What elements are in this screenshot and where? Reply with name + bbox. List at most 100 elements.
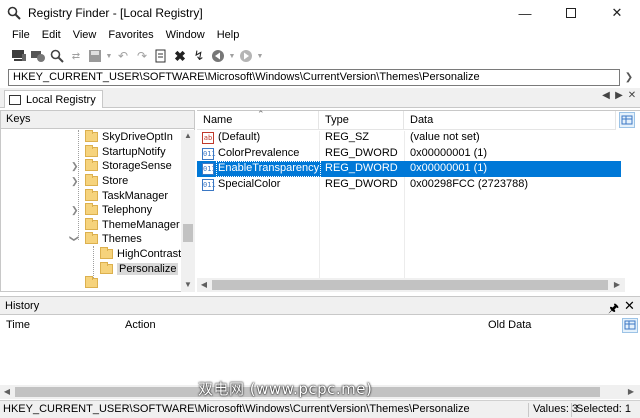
address-field[interactable]: HKEY_CURRENT_USER\SOFTWARE\Microsoft\Win…	[8, 69, 620, 86]
tree-item[interactable]: SkyDriveOptIn	[85, 130, 173, 145]
scroll-left-icon[interactable]: ◀	[0, 387, 14, 396]
column-chooser-icon[interactable]	[619, 112, 635, 128]
chevron-right-icon[interactable]: ❯	[71, 176, 79, 187]
value-row-selected[interactable]: 011 EnableTransparency REG_DWORD 0x00000…	[197, 161, 621, 177]
menu-view[interactable]: View	[73, 29, 97, 41]
tab-close-icon[interactable]: ✕	[626, 90, 638, 101]
chevron-right-icon[interactable]: ❯	[71, 161, 79, 172]
computer-icon[interactable]	[10, 47, 28, 65]
minimize-button[interactable]: —	[502, 0, 548, 26]
chevron-right-icon[interactable]: ❯	[71, 205, 79, 216]
status-path: HKEY_CURRENT_USER\SOFTWARE\Microsoft\Win…	[3, 403, 470, 415]
column-label: Data	[410, 114, 434, 126]
connect-icon[interactable]	[29, 47, 47, 65]
tree-item-label: StorageSense	[102, 160, 172, 173]
column-time[interactable]: Time	[6, 319, 30, 331]
tree-connector	[93, 246, 94, 280]
value-type: REG_DWORD	[325, 162, 398, 174]
folder-icon	[85, 144, 98, 157]
value-row[interactable]: 011 SpecialColor REG_DWORD 0x00298FCC (2…	[197, 177, 621, 193]
folder-icon	[100, 247, 113, 260]
keys-vertical-scrollbar[interactable]: ▲ ▼	[181, 130, 195, 292]
value-data: 0x00000001 (1)	[410, 162, 488, 174]
tree-item[interactable]: Themes	[85, 232, 142, 247]
scroll-right-icon[interactable]: ▶	[624, 387, 638, 396]
column-label: Name	[203, 114, 233, 126]
value-name: (Default)	[218, 131, 261, 143]
tree-item[interactable]	[85, 276, 102, 291]
undo-icon[interactable]: ↶	[114, 47, 132, 65]
forward-dropdown-icon[interactable]: ▼	[256, 47, 264, 65]
reg-binary-icon: 011	[202, 163, 216, 175]
value-name: ColorPrevalence	[218, 146, 300, 159]
find-icon[interactable]	[48, 47, 66, 65]
tab-local-registry[interactable]: Local Registry	[4, 90, 103, 108]
value-data: (value not set)	[410, 131, 480, 143]
tree-item-selected[interactable]: Personalize	[100, 261, 179, 276]
folder-icon	[85, 130, 98, 143]
value-row[interactable]: ab (Default) REG_SZ (value not set)	[197, 130, 621, 146]
address-go-icon[interactable]: ❯	[622, 70, 636, 85]
save-icon[interactable]	[86, 47, 104, 65]
value-name: SpecialColor	[218, 177, 281, 190]
tree-item[interactable]: Telephony	[85, 203, 152, 218]
folder-open-icon	[100, 261, 113, 274]
column-old-data[interactable]: Old Data	[488, 319, 531, 331]
pin-icon[interactable]: 🖈	[608, 299, 619, 320]
redo-icon[interactable]: ↷	[133, 47, 151, 65]
delete-icon[interactable]: ✖	[171, 47, 189, 65]
back-dropdown-icon[interactable]: ▼	[228, 47, 236, 65]
close-icon[interactable]: ✕	[624, 298, 635, 314]
chevron-down-icon[interactable]: ❯	[68, 235, 79, 243]
close-button[interactable]: ✕	[594, 0, 640, 26]
scroll-thumb[interactable]	[183, 224, 193, 242]
save-dropdown-icon[interactable]: ▼	[105, 47, 113, 65]
menu-edit[interactable]: Edit	[42, 29, 61, 41]
tree-item[interactable]: StartupNotify	[85, 144, 166, 160]
scroll-up-icon[interactable]: ▲	[181, 131, 195, 140]
tree-item[interactable]: Store	[85, 174, 128, 189]
magnifier-app-icon	[6, 5, 22, 21]
menu-file[interactable]: File	[12, 29, 30, 41]
scroll-down-icon[interactable]: ▼	[181, 280, 195, 289]
tree-item[interactable]: StorageSense	[85, 159, 172, 174]
scroll-thumb[interactable]	[212, 280, 608, 290]
column-action[interactable]: Action	[125, 319, 156, 331]
status-bar: HKEY_CURRENT_USER\SOFTWARE\Microsoft\Win…	[0, 400, 640, 418]
close-icon: ✕	[611, 5, 623, 20]
keys-pane-header: Keys	[1, 111, 194, 129]
menu-window[interactable]: Window	[166, 29, 205, 41]
back-icon[interactable]	[209, 47, 227, 65]
folder-open-icon	[85, 232, 98, 245]
column-name[interactable]: ⌃ Name	[197, 109, 319, 130]
tree-item-label: Store	[102, 175, 129, 188]
tree-item[interactable]: HighContrast	[100, 247, 181, 262]
column-data[interactable]: Data	[404, 111, 616, 130]
tree-item-label: Themes	[102, 233, 142, 246]
tree-item-label: HighContrast	[117, 248, 181, 261]
minimize-icon: —	[518, 5, 532, 21]
values-horizontal-scrollbar[interactable]: ◀ ▶	[197, 278, 625, 292]
tab-scroll-right-icon[interactable]: ▶	[613, 90, 625, 101]
column-type[interactable]: Type	[319, 111, 404, 130]
value-row[interactable]: 011 ColorPrevalence REG_DWORD 0x00000001…	[197, 146, 621, 162]
value-type: REG_DWORD	[325, 146, 398, 159]
new-key-icon[interactable]	[152, 47, 170, 65]
maximize-button[interactable]	[548, 0, 594, 26]
title-bar: Registry Finder - [Local Registry] — ✕	[0, 0, 640, 26]
scroll-left-icon[interactable]: ◀	[197, 280, 211, 289]
replace-icon[interactable]: ⇄	[67, 47, 85, 65]
watermark-text: 双电网 (www.pcpc.me)	[198, 380, 373, 398]
menu-help[interactable]: Help	[217, 29, 240, 41]
forward-icon[interactable]	[237, 47, 255, 65]
refresh-icon[interactable]: ↯	[190, 47, 208, 65]
value-data: 0x00000001 (1)	[410, 146, 488, 159]
menu-favorites[interactable]: Favorites	[108, 29, 153, 41]
tab-scroll-left-icon[interactable]: ◀	[600, 90, 612, 101]
scroll-right-icon[interactable]: ▶	[610, 280, 624, 289]
tree-item[interactable]: TaskManager	[85, 188, 168, 203]
status-divider	[571, 403, 572, 417]
column-chooser-icon[interactable]	[622, 318, 638, 333]
tree-item[interactable]: ThemeManager	[85, 217, 180, 233]
tree-item-label: SkyDriveOptIn	[102, 131, 173, 144]
